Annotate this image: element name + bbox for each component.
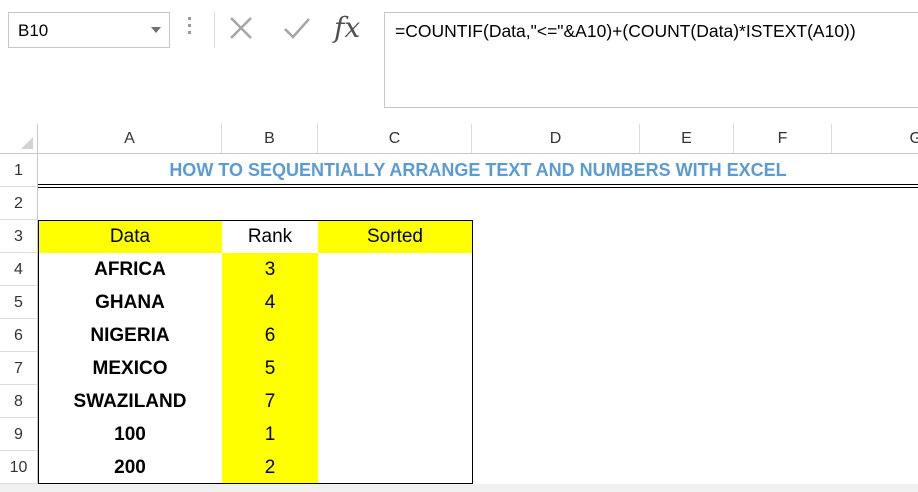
divider	[214, 12, 215, 48]
select-all-button[interactable]	[0, 124, 38, 154]
sheet-title[interactable]: HOW TO SEQUENTIALLY ARRANGE TEXT AND NUM…	[38, 154, 918, 187]
formula-text: =COUNTIF(Data,"<="&A10)+(COUNT(Data)*IST…	[395, 21, 856, 41]
row-header-6[interactable]: 6	[0, 319, 38, 352]
row-header-2[interactable]: 2	[0, 187, 38, 220]
column-header-g[interactable]: G	[832, 124, 918, 154]
double-underline	[38, 187, 918, 188]
chevron-down-icon[interactable]	[151, 27, 161, 33]
column-header-b[interactable]: B	[222, 124, 318, 154]
row-header-1[interactable]: 1	[0, 154, 38, 187]
row-header-7[interactable]: 7	[0, 352, 38, 385]
column-header-c[interactable]: C	[318, 124, 472, 154]
row-header-8[interactable]: 8	[0, 385, 38, 418]
column-header-d[interactable]: D	[472, 124, 640, 154]
column-header-g-label: G	[909, 130, 918, 147]
column-header-a[interactable]: A	[38, 124, 222, 154]
table-border	[38, 220, 473, 484]
cancel-icon[interactable]	[228, 14, 254, 42]
name-box[interactable]: B10	[8, 12, 170, 48]
horizontal-scrollbar[interactable]	[0, 484, 918, 492]
insert-function-button[interactable]: fx	[334, 14, 370, 42]
row-header-4[interactable]: 4	[0, 253, 38, 286]
row-header-10[interactable]: 10	[0, 451, 38, 484]
row-header-9[interactable]: 9	[0, 418, 38, 451]
name-box-value: B10	[18, 21, 49, 40]
drag-handle-icon[interactable]	[188, 14, 192, 40]
column-header-e[interactable]: E	[640, 124, 734, 154]
row-header-5[interactable]: 5	[0, 286, 38, 319]
formula-input[interactable]: =COUNTIF(Data,"<="&A10)+(COUNT(Data)*IST…	[384, 12, 918, 108]
check-icon[interactable]	[282, 14, 312, 42]
row-header-3[interactable]: 3	[0, 220, 38, 253]
double-underline	[38, 184, 918, 185]
column-header-f[interactable]: F	[734, 124, 832, 154]
